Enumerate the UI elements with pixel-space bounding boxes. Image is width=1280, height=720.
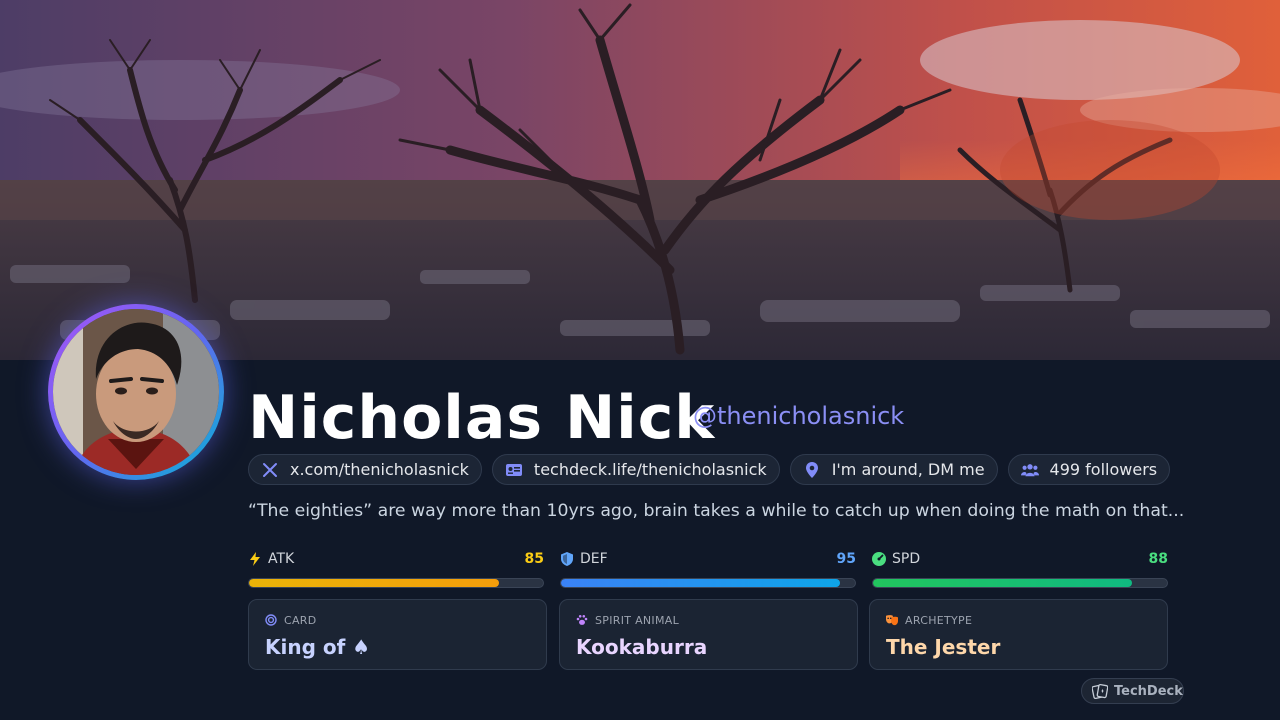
stat-label: SPD — [892, 551, 921, 567]
profile-bio: “The eighties” are way more than 10yrs a… — [248, 501, 1185, 521]
stat-spd: SPD 88 — [872, 548, 1168, 588]
speedometer-icon — [872, 552, 886, 566]
shield-icon — [560, 552, 574, 566]
chip-label: x.com/thenicholasnick — [290, 460, 469, 479]
brand-label: TechDeck — [1114, 683, 1183, 699]
masks-icon — [886, 614, 898, 626]
stat-value: 95 — [836, 551, 856, 567]
stat-value: 88 — [1148, 551, 1168, 567]
stat-bar-fill — [873, 579, 1132, 587]
paw-icon — [576, 614, 588, 626]
profile-links: x.com/thenicholasnick techdeck.life/then… — [248, 454, 1171, 485]
card-label: SPIRIT ANIMAL — [595, 613, 680, 627]
x-logo-icon — [261, 461, 279, 479]
profile-banner — [0, 0, 1280, 360]
stat-def: DEF 95 — [560, 548, 856, 588]
chip-label: I'm around, DM me — [831, 460, 985, 479]
stat-bar-fill — [561, 579, 841, 587]
chip-label: 499 followers — [1049, 460, 1158, 479]
card-label: ARCHETYPE — [905, 613, 973, 627]
location-pin-icon — [803, 461, 821, 479]
bolt-icon — [248, 552, 262, 566]
avatar[interactable] — [48, 304, 224, 480]
chip-followers[interactable]: 499 followers — [1007, 454, 1171, 485]
card-label: CARD — [284, 613, 317, 627]
chip-label: techdeck.life/thenicholasnick — [533, 460, 767, 479]
chip-techdeck-profile[interactable]: techdeck.life/thenicholasnick — [491, 454, 780, 485]
target-icon — [265, 614, 277, 626]
card-value: The Jester — [886, 635, 1001, 659]
chip-x-profile[interactable]: x.com/thenicholasnick — [248, 454, 482, 485]
stat-label: ATK — [268, 551, 295, 567]
card-spirit-animal: SPIRIT ANIMAL Kookaburra — [559, 599, 858, 670]
stat-atk: ATK 85 — [248, 548, 544, 588]
stat-bar — [560, 578, 856, 588]
card-card: CARD King of ♠ — [248, 599, 547, 670]
stat-bar — [248, 578, 544, 588]
stat-bar-fill — [249, 579, 499, 587]
id-card-icon — [505, 461, 523, 479]
users-icon — [1020, 461, 1039, 479]
card-value: Kookaburra — [576, 635, 708, 659]
avatar-photo — [53, 309, 219, 475]
stat-bar — [872, 578, 1168, 588]
profile-name: Nicholas Nick — [248, 383, 716, 453]
profile-handle[interactable]: @thenicholasnick — [693, 400, 904, 432]
chip-location: I'm around, DM me — [789, 454, 998, 485]
card-archetype: ARCHETYPE The Jester — [869, 599, 1168, 670]
stat-value: 85 — [524, 551, 544, 567]
cards-deck-icon — [1092, 683, 1108, 699]
banner-landscape-image — [0, 0, 1280, 360]
techdeck-badge[interactable]: TechDeck — [1081, 678, 1184, 704]
card-value: King of ♠ — [265, 635, 371, 659]
stat-label: DEF — [580, 551, 608, 567]
